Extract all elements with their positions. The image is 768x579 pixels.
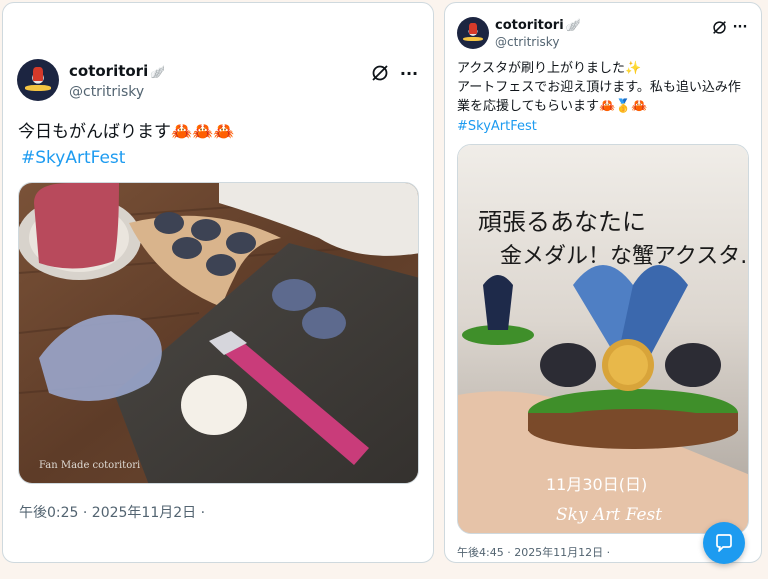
acrylic-stand-image: 頑張るあなたに 金メダル！な蟹アクスタ. 11月30日(日) Sky Art F… [458, 145, 748, 533]
display-name-text: cotoritori [495, 18, 564, 33]
image-event-title: Sky Art Fest [556, 505, 662, 525]
grok-icon[interactable] [710, 18, 728, 36]
hashtag-link[interactable]: #SkyArtFest [21, 148, 125, 168]
image-heading-2: 金メダル！な蟹アクスタ. [500, 244, 747, 269]
post-photo[interactable]: Fan Made cotoritori [18, 182, 419, 484]
avatar[interactable] [457, 17, 489, 49]
felt-crafts-image: Fan Made cotoritori [19, 183, 418, 483]
post-text-line-3: 業を応援してもらいます🦀🥇🦀 [457, 99, 648, 114]
signature-text: Fan Made cotoritori [39, 460, 140, 471]
more-label: ··· [399, 63, 419, 83]
image-heading-1: 頑張るあなたに [478, 208, 646, 236]
post-timestamp[interactable]: 午後4:45 · 2025年11月12日 · [457, 544, 610, 560]
hashtag-link[interactable]: #SkyArtFest [457, 119, 537, 134]
post-text: 今日もがんばります🦀🦀🦀 [18, 122, 235, 142]
display-name[interactable]: cotoritori 🪽 [495, 18, 581, 33]
grok-icon[interactable] [370, 63, 390, 83]
name-badge: 🪽 [150, 65, 166, 79]
name-badge: 🪽 [565, 18, 581, 32]
user-handle[interactable]: @ctritrisky [495, 35, 559, 49]
display-name[interactable]: cotoritori 🪽 [69, 62, 165, 80]
post-text-line-2: アートフェスでお迎え頂けます。私も追い込み作 [457, 80, 741, 95]
chat-button[interactable] [703, 522, 745, 564]
post-card-2[interactable]: cotoritori 🪽 @ctritrisky ··· アクスタが刷り上がりまし… [444, 2, 762, 563]
more-icon[interactable]: ··· [731, 18, 749, 36]
image-date: 11月30日(日) [546, 475, 647, 494]
post-photo[interactable]: 頑張るあなたに 金メダル！な蟹アクスタ. 11月30日(日) Sky Art F… [457, 144, 749, 534]
chat-icon [716, 534, 732, 552]
more-icon[interactable]: ··· [399, 63, 419, 83]
avatar[interactable] [17, 59, 59, 101]
post-card-1[interactable]: cotoritori 🪽 @ctritrisky ··· 今日もがんばります🦀🦀🦀… [2, 2, 434, 563]
post-timestamp[interactable]: 午後0:25 · 2025年11月2日 · [19, 502, 205, 522]
more-label: ··· [732, 19, 748, 35]
user-handle[interactable]: @ctritrisky [69, 84, 144, 100]
post-text-line-1: アクスタが刷り上がりました✨ [457, 61, 642, 76]
display-name-text: cotoritori [69, 62, 149, 80]
